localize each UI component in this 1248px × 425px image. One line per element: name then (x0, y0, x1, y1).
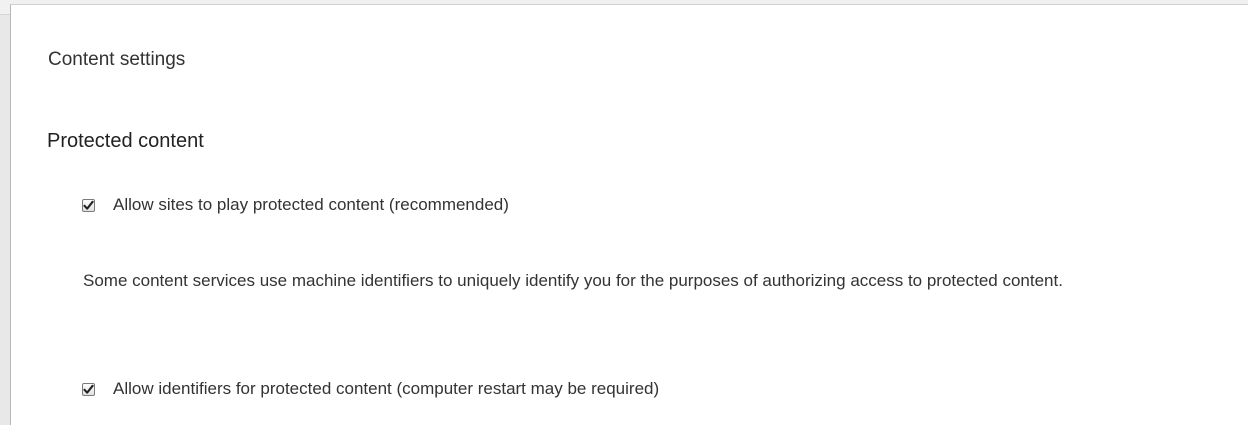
check-icon (83, 200, 94, 210)
allow-identifiers-checkbox[interactable] (82, 382, 95, 396)
check-icon (83, 384, 94, 394)
play-protected-content-label: Allow sites to play protected content (r… (113, 195, 509, 214)
option-allow-identifiers[interactable]: Allow identifiers for protected content … (82, 379, 659, 399)
allow-identifiers-label: Allow identifiers for protected content … (113, 379, 660, 398)
content-settings-dialog: Content settings Protected content Allow… (10, 4, 1248, 425)
section-title-protected-content: Protected content (47, 130, 204, 152)
identifiers-description: Some content services use machine identi… (83, 271, 1063, 290)
dialog-title: Content settings (48, 49, 186, 70)
play-protected-content-checkbox[interactable] (82, 198, 95, 212)
option-play-protected-content[interactable]: Allow sites to play protected content (r… (82, 195, 509, 215)
